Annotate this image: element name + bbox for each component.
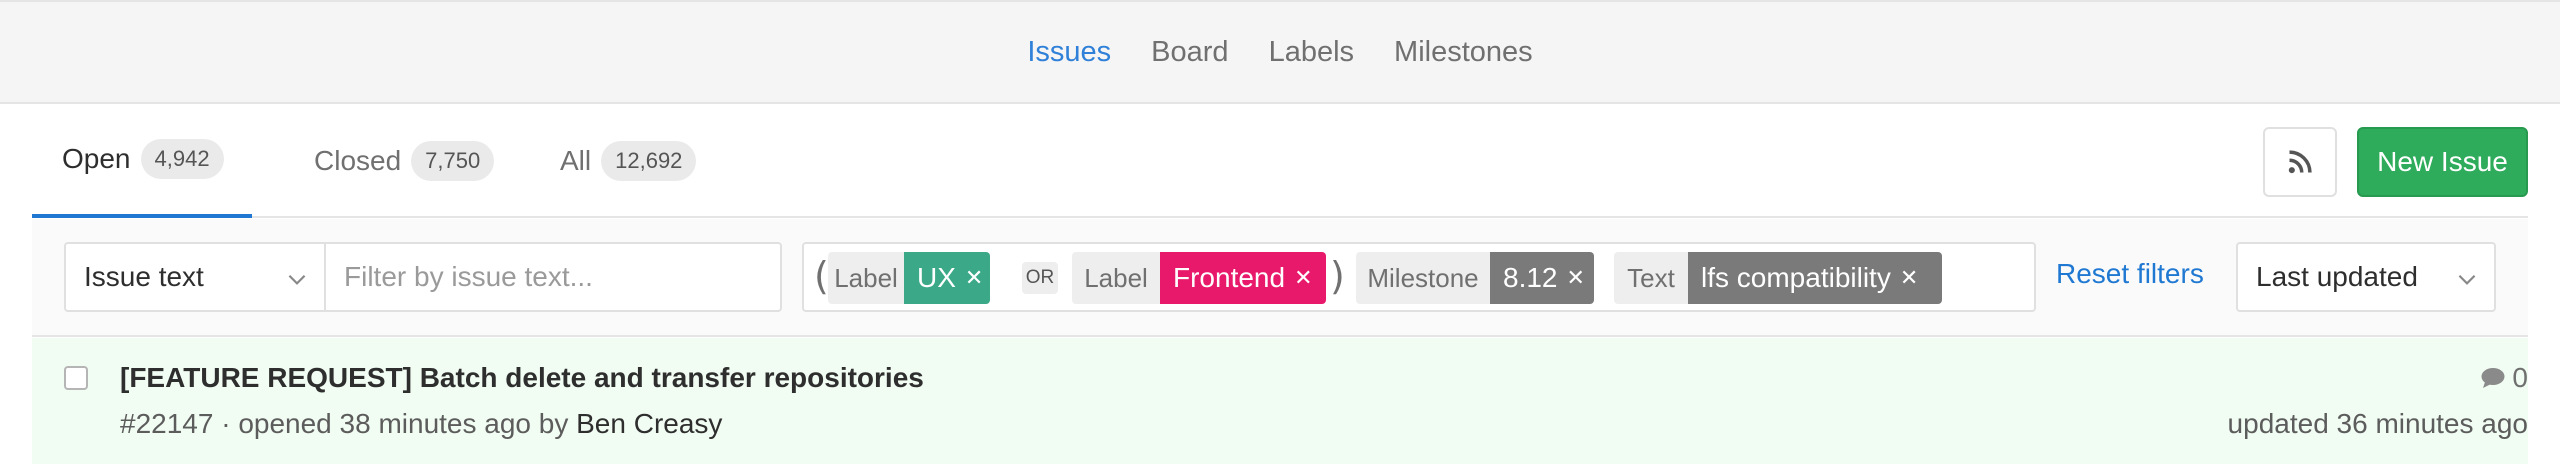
issue-title-link[interactable]: [FEATURE REQUEST] Batch delete and trans… (120, 362, 924, 394)
reset-filters-link[interactable]: Reset filters (2056, 258, 2204, 290)
token-milestone[interactable]: 8.12 ✕ (1490, 252, 1594, 304)
token-label-frontend[interactable]: Frontend ✕ (1160, 252, 1326, 304)
issue-row: [FEATURE REQUEST] Batch delete and trans… (32, 338, 2528, 464)
token-text[interactable]: lfs compatibility ✕ (1688, 252, 1942, 304)
comments-count: 0 (2512, 362, 2528, 393)
tab-open-count: 4,942 (140, 139, 224, 179)
search-type-value: Issue text (84, 261, 204, 292)
issue-updated-time: updated 36 minutes ago (2227, 408, 2528, 439)
new-issue-button[interactable]: New Issue (2357, 127, 2528, 197)
subnav-milestones[interactable]: Milestones (1394, 36, 1533, 69)
remove-token-icon[interactable]: ✕ (1294, 266, 1312, 291)
token-milestone-name: Milestone (1356, 252, 1490, 304)
tab-open-label: Open (62, 143, 131, 174)
subnav-board[interactable]: Board (1151, 36, 1228, 69)
tab-closed-label: Closed (314, 145, 402, 176)
token-label-name: Label (1072, 252, 1160, 304)
search-type-dropdown[interactable]: Issue text (64, 242, 326, 312)
token-text-value: lfs compatibility (1701, 262, 1891, 293)
rss-icon (2288, 150, 2312, 174)
tab-all-count: 12,692 (601, 141, 697, 181)
token-label-frontend-value: Frontend (1173, 262, 1286, 293)
issue-comments[interactable]: 0 (2480, 362, 2528, 394)
tab-open[interactable]: Open 4,942 (32, 104, 252, 218)
token-label-ux-value: UX (917, 262, 956, 293)
remove-token-icon[interactable]: ✕ (965, 266, 983, 291)
issue-author-link[interactable]: Ben Creasy (576, 408, 722, 439)
tab-all-label: All (560, 145, 592, 176)
comments-icon (2481, 368, 2505, 388)
remove-token-icon[interactable]: ✕ (1567, 266, 1585, 291)
sort-dropdown[interactable]: Last updated (2236, 242, 2496, 312)
group-close-paren: ) (1330, 254, 1345, 298)
rss-feed-button[interactable] (2263, 127, 2337, 197)
token-label-name: Label (828, 252, 904, 304)
issue-select-checkbox[interactable] (64, 366, 88, 390)
remove-token-icon[interactable]: ✕ (1900, 266, 1918, 291)
issue-meta-text: #22147 · opened 38 minutes ago by (120, 408, 569, 439)
issues-subnav: Issues Board Labels Milestones (0, 0, 2560, 104)
chevron-down-icon (288, 274, 306, 285)
tab-all[interactable]: All 12,692 (530, 104, 750, 218)
subnav-links: Issues Board Labels Milestones (0, 2, 2560, 102)
or-operator: OR (1022, 262, 1058, 294)
filtered-search-tokens[interactable]: ( Label UX ✕ OR Label Frontend ✕ ) Miles… (802, 242, 2036, 312)
tab-closed-count: 7,750 (411, 141, 495, 181)
token-milestone-value: 8.12 (1503, 262, 1558, 293)
subnav-issues[interactable]: Issues (1027, 36, 1111, 69)
issue-state-tabs: Open 4,942 Closed 7,750 All 12,692 (32, 104, 2528, 218)
token-label-ux[interactable]: UX ✕ (904, 252, 990, 304)
tab-closed[interactable]: Closed 7,750 (284, 104, 504, 218)
issue-meta: #22147 · opened 38 minutes ago by Ben Cr… (120, 408, 722, 440)
chevron-down-icon (2458, 274, 2476, 285)
group-open-paren: ( (814, 254, 829, 298)
issue-text-filter-input[interactable] (324, 242, 782, 312)
sort-value: Last updated (2256, 261, 2418, 292)
subnav-labels[interactable]: Labels (1269, 36, 1354, 69)
token-text-name: Text (1614, 252, 1688, 304)
